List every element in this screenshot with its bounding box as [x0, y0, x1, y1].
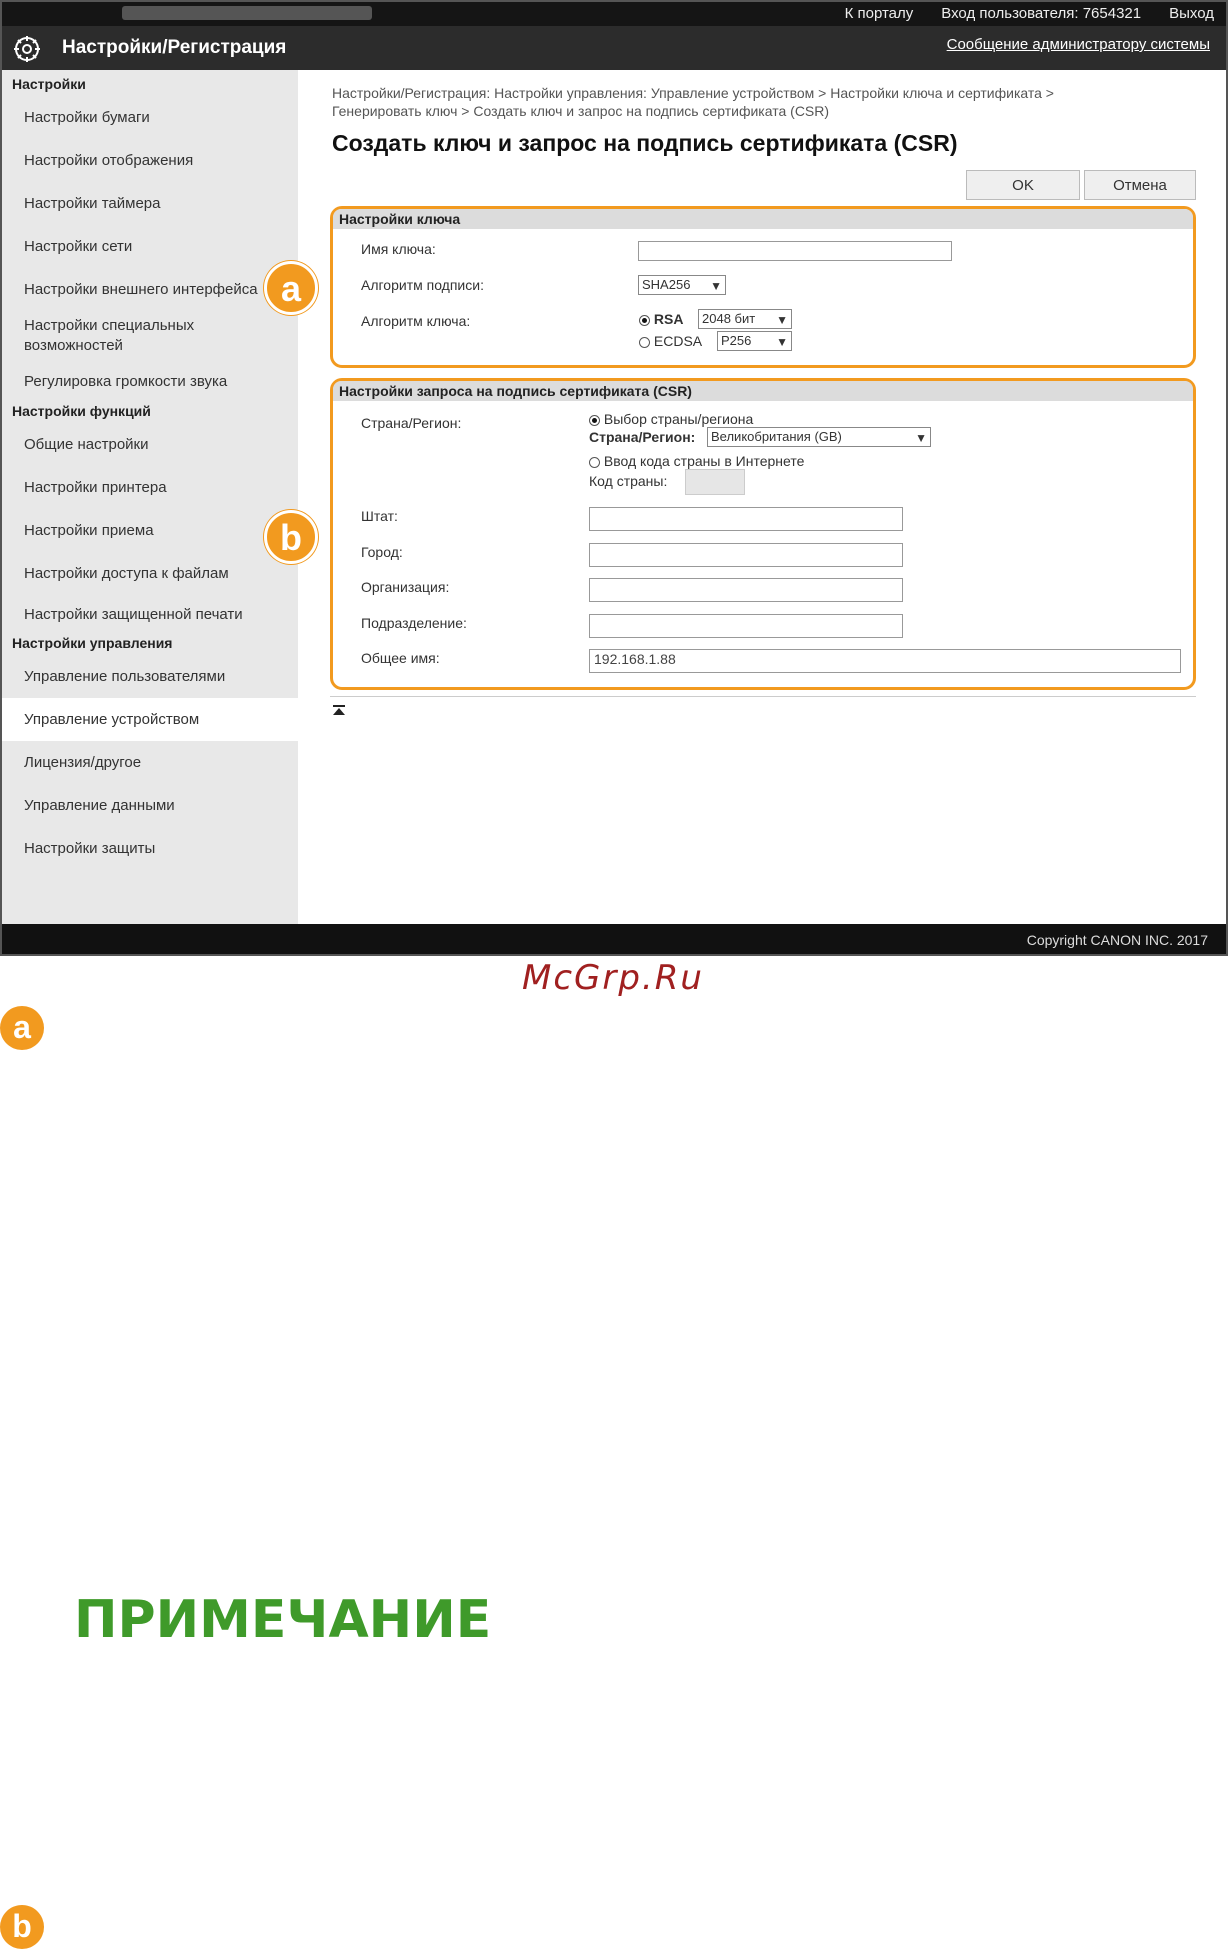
rsa-radio[interactable] [639, 314, 650, 326]
user-id: 7654321 [1082, 5, 1142, 22]
unit-input[interactable] [589, 614, 903, 638]
callout-b-badge: b [264, 510, 318, 564]
sidebar-item-data-management[interactable]: Управление данными [2, 784, 298, 827]
chevron-down-icon: ▼ [776, 335, 788, 349]
signature-algorithm-select[interactable]: SHA256 ▼ [638, 275, 726, 295]
portal-link[interactable]: К порталу [845, 5, 914, 22]
enter-code-radio[interactable] [589, 456, 600, 468]
divider [330, 696, 1196, 697]
legend-a-badge: a [0, 1006, 44, 1050]
country-code-input[interactable] [685, 469, 745, 495]
app-title: Настройки/Регистрация [62, 37, 287, 58]
title-bar: Настройки/Регистрация Сообщение админист… [2, 26, 1226, 70]
rsa-length-select[interactable]: 2048 бит ▼ [698, 309, 792, 329]
chevron-down-icon: ▼ [776, 313, 788, 327]
breadcrumb: Настройки/Регистрация: Настройки управле… [332, 84, 1212, 120]
ok-button[interactable]: OK [966, 170, 1080, 200]
enter-code-option[interactable]: Ввод кода страны в Интернете [589, 453, 804, 469]
page-title: Создать ключ и запрос на подпись сертифи… [332, 130, 958, 156]
sidebar-item-accessibility[interactable]: Настройки специальных возможностей [2, 311, 224, 361]
breadcrumb-line-2[interactable]: Генерировать ключ > Создать ключ и запро… [332, 102, 1212, 120]
organization-label: Организация: [361, 579, 450, 595]
organization-input[interactable] [589, 578, 903, 602]
sidebar: Настройки Настройки бумаги Настройки ото… [2, 70, 298, 924]
legend-b-badge: b [0, 1905, 44, 1949]
sidebar-item-secure-print[interactable]: Настройки защищенной печати [2, 595, 298, 633]
sidebar-item-timer[interactable]: Настройки таймера [2, 182, 298, 225]
sidebar-section-management: Настройки управления [12, 635, 173, 651]
sidebar-item-security[interactable]: Настройки защиты [2, 827, 298, 870]
watermark: McGrp.Ru [522, 958, 704, 998]
login-label: Вход пользователя: 7654321 [941, 5, 1142, 22]
screenshot-frame: К порталу Вход пользователя: 7654321 Вых… [0, 0, 1228, 956]
country-code-label: Код страны: [589, 473, 668, 489]
sidebar-item-volume[interactable]: Регулировка громкости звука [2, 361, 298, 401]
sidebar-item-external-interface[interactable]: Настройки внешнего интерфейса [2, 268, 298, 311]
country-select[interactable]: Великобритания (GB) ▼ [707, 427, 931, 447]
csr-settings-panel: Настройки запроса на подпись сертификата… [330, 378, 1196, 690]
unit-label: Подразделение: [361, 615, 467, 631]
note-title: ПРИМЕЧАНИЕ [74, 1590, 492, 1650]
city-input[interactable] [589, 543, 903, 567]
key-settings-header: Настройки ключа [333, 209, 1193, 229]
sidebar-item-file-access[interactable]: Настройки доступа к файлам [2, 552, 298, 595]
country-label: Страна/Регион: [361, 415, 462, 431]
sidebar-item-receive[interactable]: Настройки приема [2, 509, 298, 552]
top-bar: К порталу Вход пользователя: 7654321 Вых… [2, 2, 1226, 26]
key-name-label: Имя ключа: [361, 241, 436, 257]
copyright: Copyright CANON INC. 2017 [1026, 932, 1208, 948]
chevron-down-icon: ▼ [710, 279, 722, 293]
logout-link[interactable]: Выход [1169, 5, 1214, 22]
ecdsa-option[interactable]: ECDSA [639, 333, 702, 349]
settings-gear-icon [14, 36, 40, 62]
scroll-to-top-icon[interactable] [332, 704, 346, 718]
select-country-option[interactable]: Выбор страны/региона [589, 411, 753, 427]
footer: Copyright CANON INC. 2017 [2, 924, 1226, 954]
breadcrumb-line-1[interactable]: Настройки/Регистрация: Настройки управле… [332, 84, 1212, 102]
country-region-label: Страна/Регион: [589, 429, 696, 445]
key-algorithm-label: Алгоритм ключа: [361, 313, 471, 329]
sidebar-section-functions: Настройки функций [12, 403, 151, 419]
sidebar-item-paper[interactable]: Настройки бумаги [2, 96, 298, 139]
key-settings-panel: Настройки ключа Имя ключа: Алгоритм подп… [330, 206, 1196, 368]
rsa-option[interactable]: RSA [639, 311, 683, 327]
ecdsa-radio[interactable] [639, 336, 650, 348]
sidebar-item-device-management[interactable]: Управление устройством [2, 698, 298, 741]
sidebar-section-settings: Настройки [12, 76, 86, 92]
callout-a-badge: a [264, 261, 318, 315]
sidebar-item-general[interactable]: Общие настройки [2, 423, 298, 466]
main-content: Настройки/Регистрация: Настройки управле… [298, 70, 1226, 924]
admin-message-link[interactable]: Сообщение администратору системы [947, 36, 1210, 53]
common-name-input[interactable]: 192.168.1.88 [589, 649, 1181, 673]
ecdsa-curve-select[interactable]: P256 ▼ [717, 331, 792, 351]
sidebar-item-network[interactable]: Настройки сети [2, 225, 298, 268]
sidebar-item-user-management[interactable]: Управление пользователями [2, 655, 298, 698]
csr-settings-header: Настройки запроса на подпись сертификата… [333, 381, 1193, 401]
cancel-button[interactable]: Отмена [1084, 170, 1196, 200]
select-country-radio[interactable] [589, 414, 600, 426]
sidebar-item-license[interactable]: Лицензия/другое [2, 741, 298, 784]
state-label: Штат: [361, 508, 398, 524]
sidebar-item-printer[interactable]: Настройки принтера [2, 466, 298, 509]
device-name-redacted [122, 6, 372, 20]
signature-algorithm-label: Алгоритм подписи: [361, 277, 484, 293]
common-name-label: Общее имя: [361, 650, 440, 666]
sidebar-item-display[interactable]: Настройки отображения [2, 139, 298, 182]
city-label: Город: [361, 544, 403, 560]
chevron-down-icon: ▼ [915, 431, 927, 445]
key-name-input[interactable] [638, 241, 952, 261]
state-input[interactable] [589, 507, 903, 531]
